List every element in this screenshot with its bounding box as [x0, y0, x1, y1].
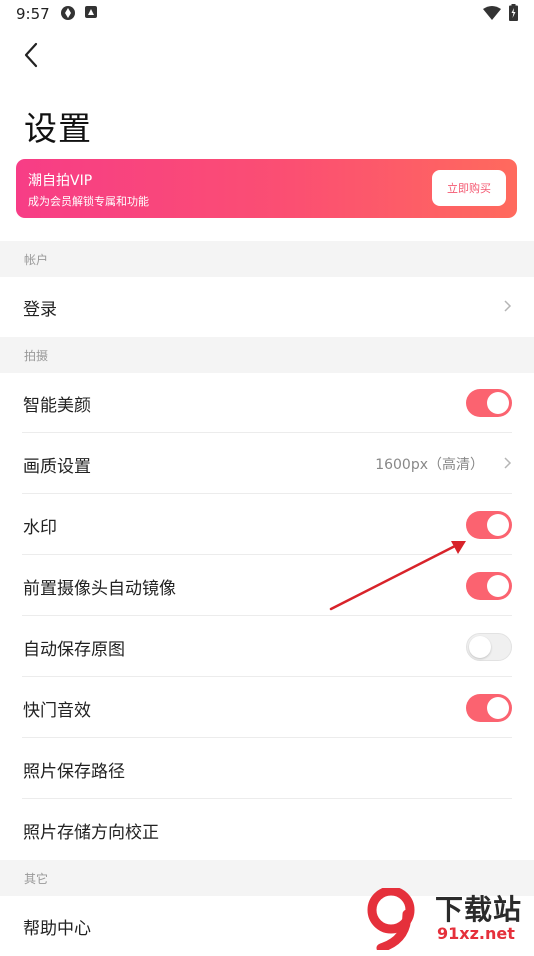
row-label: 自动保存原图 — [23, 640, 125, 660]
row-orientation-correction[interactable]: 照片存储方向校正 — [0, 800, 534, 860]
status-time: 9:57 — [16, 5, 50, 23]
battery-icon — [509, 4, 518, 21]
row-label: 照片保存路径 — [23, 762, 125, 782]
section-label: 帐户 — [24, 253, 49, 267]
accessibility-icon — [85, 6, 97, 18]
chevron-right-icon — [504, 300, 512, 312]
row-label: 快门音效 — [23, 701, 91, 721]
status-bar: 9:57 — [0, 0, 534, 28]
divider — [22, 432, 512, 433]
save-original-toggle[interactable] — [466, 633, 512, 661]
row-label: 水印 — [23, 518, 57, 538]
vip-subtitle: 成为会员解锁专属和功能 — [28, 195, 149, 208]
row-photo-save-path[interactable]: 照片保存路径 — [0, 739, 534, 799]
row-label: 智能美颜 — [23, 396, 91, 416]
back-arrow-icon — [24, 42, 38, 68]
section-label: 其它 — [24, 872, 49, 886]
toggle-knob — [487, 575, 509, 597]
shutter-sound-toggle[interactable] — [466, 694, 512, 722]
vip-banner[interactable]: 潮自拍VIP 成为会员解锁专属和功能 立即购买 — [16, 159, 517, 218]
toggle-knob — [469, 636, 491, 658]
vip-title: 潮自拍VIP — [28, 173, 93, 189]
annotation-arrow-icon — [329, 541, 466, 611]
site-watermark: 下载站 91xz.net — [363, 886, 534, 953]
watermark-name: 下载站 — [435, 893, 523, 926]
divider — [22, 676, 512, 677]
buy-now-button[interactable]: 立即购买 — [432, 170, 506, 206]
section-header-account: 帐户 — [0, 241, 534, 277]
row-label: 画质设置 — [23, 457, 91, 477]
divider — [22, 737, 512, 738]
page-title: 设置 — [24, 109, 92, 148]
wifi-icon — [483, 6, 501, 20]
site-logo-icon — [367, 886, 415, 953]
chevron-right-icon — [504, 457, 512, 469]
toggle-knob — [487, 514, 509, 536]
row-auto-save-original[interactable]: 自动保存原图 — [0, 617, 534, 677]
divider — [22, 493, 512, 494]
toggle-knob — [487, 697, 509, 719]
toggle-knob — [487, 392, 509, 414]
row-quality-settings[interactable]: 画质设置 1600px（高清） — [0, 434, 534, 494]
section-label: 拍摄 — [24, 349, 49, 363]
row-label: 前置摄像头自动镜像 — [23, 579, 176, 599]
row-label: 照片存储方向校正 — [23, 823, 159, 843]
beauty-toggle[interactable] — [466, 389, 512, 417]
row-login[interactable]: 登录 — [0, 277, 534, 337]
row-label: 帮助中心 — [23, 919, 91, 939]
quality-value: 1600px（高清） — [375, 457, 484, 473]
section-header-shooting: 拍摄 — [0, 337, 534, 373]
row-shutter-sound[interactable]: 快门音效 — [0, 678, 534, 738]
divider — [22, 615, 512, 616]
back-button[interactable] — [20, 40, 48, 70]
settings-app-icon — [61, 6, 75, 20]
row-label: 登录 — [23, 300, 57, 320]
divider — [22, 798, 512, 799]
watermark-url: 91xz.net — [435, 924, 517, 943]
row-smart-beauty[interactable]: 智能美颜 — [0, 373, 534, 433]
